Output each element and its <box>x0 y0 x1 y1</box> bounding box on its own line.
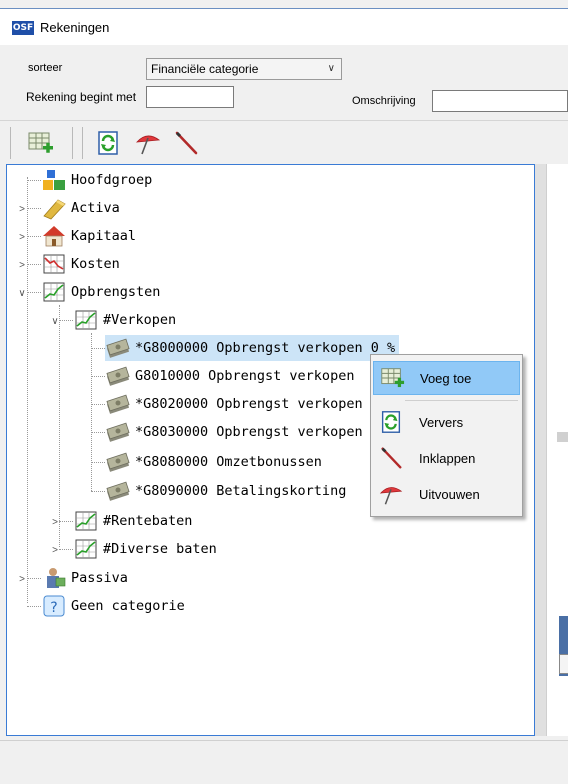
chevron-down-icon: ∨ <box>327 63 335 74</box>
question-icon: ? <box>43 595 65 617</box>
sort-select-value: Financiële categorie <box>151 62 259 76</box>
tree-node-label: *G8090000 Betalingskorting <box>135 483 347 499</box>
toolbar-separator <box>10 127 11 159</box>
menu-item-ververs[interactable]: Ververs <box>373 405 520 439</box>
tree-node-account[interactable]: *G8090000 Betalingskorting <box>105 478 346 504</box>
refresh-icon <box>377 409 405 435</box>
tree-node-label: *G8030000 Opbrengst verkopen <box>135 424 363 440</box>
status-bar <box>0 740 568 784</box>
money-icon <box>105 336 131 360</box>
tree-node-label: Kosten <box>71 256 120 272</box>
context-menu: Voeg toe Ververs Inklappen Uitvouwen <box>370 354 523 517</box>
description-label: Omschrijving <box>352 95 416 107</box>
menu-separator <box>405 400 518 401</box>
tree-node-diverse-baten[interactable]: #Diverse baten <box>73 536 217 562</box>
tree-line <box>59 305 60 547</box>
chart-down-icon <box>41 252 67 276</box>
chart-up-icon <box>73 509 99 533</box>
tree-node-label: #Diverse baten <box>103 541 217 557</box>
gold-bar-icon <box>43 199 66 220</box>
sort-label: sorteer <box>28 62 63 74</box>
tree-line <box>91 333 92 491</box>
tree-node-account[interactable]: G8010000 Opbrengst verkopen <box>105 363 354 389</box>
money-icon <box>105 479 131 503</box>
tree-node-hoofdgroep[interactable]: Hoofdgroep <box>41 167 152 193</box>
tree-node-account[interactable]: *G8030000 Opbrengst verkopen <box>105 419 363 445</box>
tree-node-label: Hoofdgroep <box>71 172 153 188</box>
app-logo-icon: OSF <box>12 21 34 35</box>
menu-item-label: Ververs <box>419 414 464 430</box>
sort-select[interactable]: Financiële categorie ∨ <box>146 58 342 80</box>
chart-up-icon <box>73 537 99 561</box>
tree-node-account[interactable]: *G8000000 Opbrengst verkopen 0 % <box>105 335 400 361</box>
chart-up-icon <box>41 280 67 304</box>
add-row-icon[interactable] <box>26 129 54 157</box>
money-icon <box>105 364 131 388</box>
menu-item-inklappen[interactable]: Inklappen <box>373 441 520 475</box>
tree-node-kosten[interactable]: Kosten <box>41 251 120 277</box>
chevron-right-icon[interactable]: > <box>17 204 27 215</box>
menu-item-label: Voeg toe <box>420 370 472 386</box>
chevron-right-icon[interactable]: > <box>50 545 60 556</box>
pane-splitter[interactable] <box>535 164 546 736</box>
umbrella-icon[interactable] <box>134 129 162 157</box>
tree-node-account[interactable]: *G8020000 Opbrengst verkopen <box>105 391 363 417</box>
tree-line <box>27 177 28 603</box>
money-icon <box>105 392 131 416</box>
tree-node-label: G8010000 Opbrengst verkopen <box>135 368 355 384</box>
menu-item-label: Uitvouwen <box>419 486 480 502</box>
umbrella-icon <box>377 481 405 507</box>
tree-node-opbrengsten[interactable]: Opbrengsten <box>41 279 160 305</box>
chevron-down-icon[interactable]: ∨ <box>50 316 60 327</box>
tree-node-label: #Verkopen <box>103 312 177 328</box>
money-icon <box>105 420 131 444</box>
toolbar-separator <box>72 127 73 159</box>
window-titlebar: OSF Rekeningen <box>0 8 568 45</box>
starts-with-label: Rekening begint met <box>26 90 137 104</box>
menu-item-voeg-toe[interactable]: Voeg toe <box>373 361 520 395</box>
tree-node-account[interactable]: *G8080000 Omzetbonussen <box>105 449 322 475</box>
house-icon <box>43 226 65 247</box>
window-title: Rekeningen <box>40 20 110 35</box>
tree-node-label: *G8020000 Opbrengst verkopen <box>135 396 363 412</box>
chevron-down-icon[interactable]: ∨ <box>17 288 27 299</box>
svg-text:?: ? <box>50 600 57 616</box>
tree-node-label: Geen categorie <box>71 598 185 614</box>
tree-node-activa[interactable]: Activa <box>41 195 120 221</box>
tree-node-rentebaten[interactable]: #Rentebaten <box>73 508 192 534</box>
money-icon <box>105 450 131 474</box>
toolbar <box>0 120 568 165</box>
menu-item-label: Inklappen <box>419 450 476 466</box>
person-icon <box>47 568 66 588</box>
tree-node-label: Activa <box>71 200 120 216</box>
tree-node-label: *G8000000 Opbrengst verkopen 0 % <box>135 340 396 356</box>
tree-node-label: Kapitaal <box>71 228 137 244</box>
add-row-icon <box>378 365 406 391</box>
starts-with-input[interactable] <box>146 86 234 108</box>
tree-node-label: Passiva <box>71 570 128 586</box>
chevron-right-icon[interactable]: > <box>17 232 27 243</box>
description-input[interactable] <box>432 90 568 112</box>
refresh-icon[interactable] <box>94 129 122 157</box>
tree-node-verkopen[interactable]: #Verkopen <box>73 307 176 333</box>
detail-pane <box>546 164 568 736</box>
tree-node-label: Opbrengsten <box>71 284 161 300</box>
wand-icon <box>377 445 405 471</box>
tree-node-label: *G8080000 Omzetbonussen <box>135 454 322 470</box>
toolbar-separator <box>82 127 83 159</box>
tree-node-label: #Rentebaten <box>103 513 193 529</box>
tree-node-kapitaal[interactable]: Kapitaal <box>41 223 136 249</box>
menu-item-uitvouwen[interactable]: Uitvouwen <box>373 477 520 511</box>
tree-node-passiva[interactable]: Passiva <box>41 565 128 591</box>
chevron-right-icon[interactable]: > <box>50 517 60 528</box>
blocks-icon <box>43 170 65 190</box>
wand-icon[interactable] <box>172 129 200 157</box>
chevron-right-icon[interactable]: > <box>17 574 27 585</box>
chart-up-icon <box>73 308 99 332</box>
tree-node-geen-categorie[interactable]: ? Geen categorie <box>41 593 185 619</box>
chevron-right-icon[interactable]: > <box>17 260 27 271</box>
